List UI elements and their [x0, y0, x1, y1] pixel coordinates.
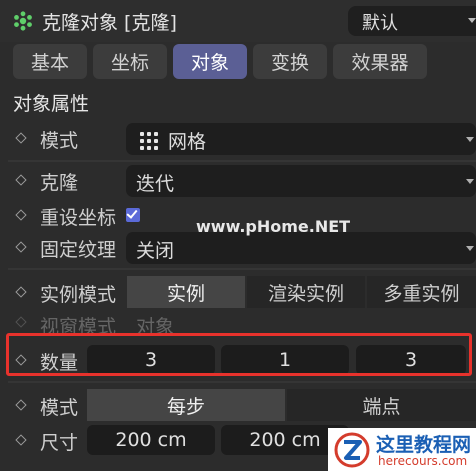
- keyframe-diamond-icon[interactable]: [15, 434, 27, 446]
- viewport-mode-value: 对象: [136, 316, 175, 338]
- prop-row-step-mode: 模式 每步 端点: [0, 389, 476, 423]
- instance-mode-multi-instance[interactable]: 多重实例: [367, 276, 476, 308]
- divider: [8, 160, 476, 162]
- keyframe-diamond-icon[interactable]: [15, 354, 27, 366]
- prop-label-step-mode: 模式: [40, 397, 79, 419]
- tab-transform[interactable]: 变换: [253, 44, 327, 79]
- prop-row-viewport-mode: 视窗模式 对象: [0, 312, 476, 338]
- count-y-field[interactable]: 1: [221, 345, 349, 375]
- logo-url: herecours.com: [378, 454, 468, 468]
- divider: [8, 268, 476, 270]
- tab-coordinates[interactable]: 坐标: [93, 44, 167, 79]
- prop-label-instance-mode: 实例模式: [40, 284, 117, 306]
- keyframe-diamond-icon[interactable]: [15, 399, 27, 411]
- watermark-text: www.pHome.NET: [196, 217, 351, 236]
- fixed-texture-dropdown[interactable]: 关闭: [126, 232, 476, 264]
- tab-effectors[interactable]: 效果器: [333, 44, 427, 79]
- tab-bar: 基本 坐标 对象 变换 效果器: [0, 42, 476, 82]
- keyframe-diamond-icon[interactable]: [15, 241, 27, 253]
- prop-label-viewport-mode: 视窗模式: [40, 316, 117, 338]
- chevron-down-icon: [466, 246, 474, 251]
- reset-coordinates-checkbox[interactable]: [126, 207, 140, 222]
- object-title: 克隆对象 [克隆]: [42, 12, 177, 34]
- count-x-field[interactable]: 3: [87, 345, 215, 375]
- cloner-icon: [14, 11, 32, 31]
- logo-name: 这里教程网: [376, 434, 472, 456]
- prop-row-count: 数量 3 1 3: [0, 345, 476, 375]
- prop-label-fixed-texture: 固定纹理: [40, 239, 117, 261]
- size-x-field[interactable]: 200 cm: [87, 425, 215, 455]
- preset-label: 默认: [362, 13, 398, 34]
- mode-value: 网格: [168, 131, 207, 153]
- clone-value: 迭代: [136, 173, 175, 195]
- keyframe-diamond-icon[interactable]: [15, 209, 27, 221]
- grid-icon: [140, 132, 158, 150]
- keyframe-diamond-icon: [15, 316, 27, 328]
- prop-label-reset-coordinates: 重设坐标: [40, 207, 117, 229]
- keyframe-diamond-icon[interactable]: [15, 286, 27, 298]
- clone-dropdown[interactable]: 迭代: [126, 165, 476, 197]
- chevron-down-icon: [468, 18, 476, 23]
- prop-row-clone: 克隆 迭代: [0, 164, 476, 198]
- tab-object[interactable]: 对象: [173, 44, 247, 79]
- tab-basic[interactable]: 基本: [13, 44, 87, 79]
- check-icon: [126, 207, 138, 219]
- divider: [8, 381, 476, 383]
- site-logo: 这里教程网 herecours.com: [328, 428, 476, 471]
- chevron-down-icon: [466, 179, 474, 184]
- keyframe-diamond-icon[interactable]: [15, 132, 27, 144]
- fixed-texture-value: 关闭: [136, 240, 175, 262]
- prop-label-clone: 克隆: [40, 172, 79, 194]
- prop-label-count: 数量: [40, 352, 79, 374]
- prop-label-size: 尺寸: [40, 432, 79, 454]
- step-mode-endpoint[interactable]: 端点: [287, 389, 476, 421]
- prop-label-mode: 模式: [40, 130, 79, 152]
- preset-dropdown[interactable]: 默认: [348, 6, 476, 36]
- section-title: 对象属性: [13, 93, 90, 115]
- count-z-field[interactable]: 3: [356, 345, 466, 375]
- prop-row-instance-mode: 实例模式 实例 渲染实例 多重实例: [0, 276, 476, 310]
- logo-z-icon: [334, 432, 370, 468]
- step-mode-per-step[interactable]: 每步: [87, 389, 285, 421]
- attribute-header: 克隆对象 [克隆] 默认: [0, 0, 476, 42]
- keyframe-diamond-icon[interactable]: [15, 174, 27, 186]
- chevron-down-icon: [466, 137, 474, 142]
- mode-dropdown[interactable]: 网格: [126, 123, 476, 155]
- prop-row-mode: 模式 网格: [0, 120, 476, 158]
- instance-mode-instance[interactable]: 实例: [127, 276, 245, 308]
- instance-mode-render-instance[interactable]: 渲染实例: [247, 276, 365, 308]
